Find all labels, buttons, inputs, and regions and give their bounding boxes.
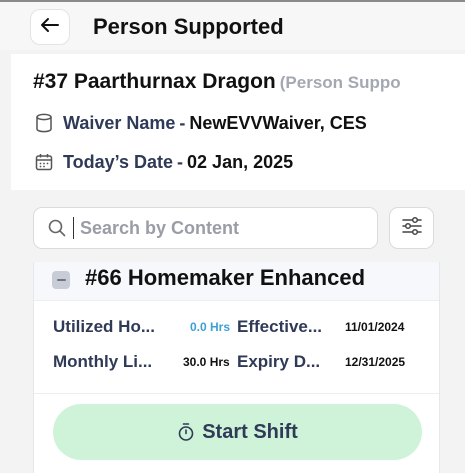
service-card: #66 Homemaker Enhanced Utilized Ho... 0.… bbox=[33, 262, 440, 473]
expiry-date-label: Expiry D... bbox=[237, 352, 321, 371]
search-icon bbox=[48, 219, 66, 237]
timer-icon bbox=[177, 422, 195, 442]
service-title: #66 Homemaker Enhanced bbox=[85, 265, 366, 290]
cylinder-icon bbox=[35, 113, 55, 133]
person-role: (Person Suppo bbox=[279, 73, 401, 92]
date-separator: - bbox=[177, 152, 184, 172]
date-value: 02 Jan, 2025 bbox=[187, 152, 294, 172]
back-button[interactable] bbox=[30, 9, 70, 45]
minus-checkbox-icon[interactable] bbox=[52, 271, 70, 289]
waiver-separator: - bbox=[179, 113, 186, 133]
utilized-hours-label: Utilized Ho... bbox=[53, 317, 155, 336]
start-shift-button[interactable]: Start Shift bbox=[53, 404, 422, 460]
arrow-left-icon bbox=[40, 17, 60, 38]
expiry-date-value: 12/31/2025 bbox=[345, 355, 406, 369]
effective-date-label: Effective... bbox=[237, 317, 323, 336]
calendar-icon bbox=[35, 153, 55, 171]
service-header: #66 Homemaker Enhanced bbox=[34, 262, 439, 301]
search-input[interactable] bbox=[80, 217, 340, 239]
filter-button[interactable] bbox=[389, 207, 434, 249]
search-box[interactable] bbox=[33, 207, 378, 249]
utilized-hours-value: 0.0 Hrs bbox=[190, 320, 231, 334]
waiver-row: Waiver Name - NewEVVWaiver, CES bbox=[35, 112, 367, 134]
sliders-icon bbox=[401, 216, 423, 241]
person-card: #37 Paarthurnax Dragon (Person Suppo Waiv… bbox=[11, 54, 465, 190]
person-name-row: #37 Paarthurnax Dragon (Person Suppo bbox=[33, 69, 401, 97]
divider bbox=[34, 393, 439, 394]
detail-row: Monthly Li... 30.0 Hrs Expiry D... 12/31… bbox=[53, 350, 433, 374]
page-title: Person Supported bbox=[93, 14, 284, 39]
start-shift-label: Start Shift bbox=[202, 420, 298, 443]
monthly-limit-label: Monthly Li... bbox=[53, 352, 153, 371]
app-header: Person Supported bbox=[0, 2, 465, 50]
date-label: Today’s Date bbox=[63, 152, 174, 172]
person-name: #37 Paarthurnax Dragon bbox=[33, 70, 276, 93]
monthly-limit-value: 30.0 Hrs bbox=[183, 355, 230, 369]
effective-date-value: 11/01/2024 bbox=[345, 320, 405, 334]
detail-row: Utilized Ho... 0.0 Hrs Effective... 11/0… bbox=[53, 315, 433, 339]
waiver-value: NewEVVWaiver, CES bbox=[189, 113, 367, 133]
waiver-label: Waiver Name bbox=[63, 113, 176, 133]
text-cursor bbox=[73, 217, 74, 239]
date-row: Today’s Date - 02 Jan, 2025 bbox=[35, 151, 293, 173]
